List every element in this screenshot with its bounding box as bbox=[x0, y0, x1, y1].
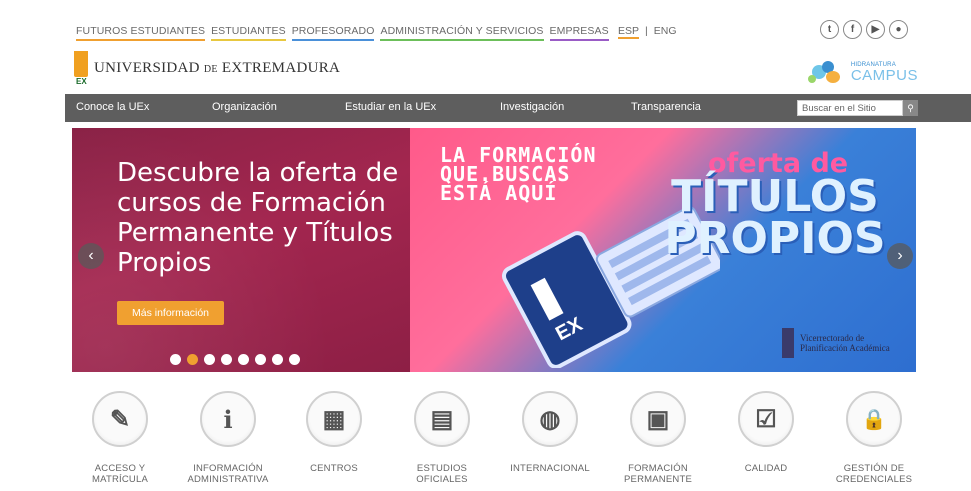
link-administracion[interactable]: ADMINISTRACIÓN Y SERVICIOS bbox=[380, 25, 544, 41]
quick-link-estudios[interactable]: ▤ ESTUDIOS OFICIALES bbox=[387, 391, 497, 485]
quick-link-internacional[interactable]: ◍ INTERNACIONAL bbox=[495, 391, 605, 474]
logo-mark: EX bbox=[74, 47, 88, 87]
info-icon: i bbox=[223, 404, 233, 434]
link-empresas[interactable]: EMPRESAS bbox=[549, 25, 609, 41]
quick-link-calidad[interactable]: ☑ CALIDAD bbox=[711, 391, 821, 474]
campus-logo-graphic bbox=[806, 57, 845, 87]
quick-link-label: FORMACIÓN PERMANENTE bbox=[624, 463, 692, 485]
slider-dot[interactable] bbox=[255, 354, 266, 365]
link-profesorado[interactable]: PROFESORADO bbox=[291, 25, 375, 41]
social-links: t f ▶ ● bbox=[820, 20, 908, 39]
slide-right-panel: LA FORMACIÓN QUE.BUSCAS ESTÁ AQUÍ EX ofe… bbox=[410, 128, 916, 372]
quick-link-label: ACCESO Y MATRÍCULA bbox=[92, 463, 148, 485]
more-info-button[interactable]: Más información bbox=[117, 301, 224, 325]
monitor-icon: ▣ bbox=[646, 405, 670, 433]
edit-icon: ✎ bbox=[109, 405, 131, 433]
slider-next-arrow[interactable]: › bbox=[887, 243, 913, 269]
nav-item-conoce[interactable]: Conoce la UEx bbox=[76, 101, 149, 113]
main-nav: Conoce la UEx Organización Estudiar en l… bbox=[65, 94, 971, 122]
nav-item-organizacion[interactable]: Organización bbox=[212, 101, 277, 113]
slider-dots bbox=[170, 354, 300, 365]
quick-link-credenciales[interactable]: 🔒 GESTIÓN DE CREDENCIALES bbox=[819, 391, 929, 485]
logo-mark-text: EX bbox=[76, 77, 87, 86]
quick-link-label: INFORMACIÓN ADMINISTRATIVA bbox=[187, 463, 269, 485]
quick-link-label: CALIDAD bbox=[744, 463, 788, 474]
quick-link-informacion[interactable]: i INFORMACIÓN ADMINISTRATIVA bbox=[173, 391, 283, 485]
slider-dot[interactable] bbox=[204, 354, 215, 365]
university-logo[interactable]: EX UNIVERSIDAD DE EXTREMADURA bbox=[74, 47, 340, 87]
slide-tagline: LA FORMACIÓN QUE.BUSCAS ESTÁ AQUÍ bbox=[440, 143, 597, 205]
campus-logo[interactable]: HIDRANATURA CAMPUS bbox=[806, 55, 918, 89]
search-icon[interactable]: ⚲ bbox=[903, 100, 918, 116]
slider-dot[interactable] bbox=[238, 354, 249, 365]
quick-link-label: ESTUDIOS OFICIALES bbox=[416, 463, 468, 485]
slider-dot[interactable] bbox=[221, 354, 232, 365]
slider-dot[interactable] bbox=[272, 354, 283, 365]
lang-separator: | bbox=[645, 25, 648, 37]
campus-line2: CAMPUS bbox=[850, 66, 918, 84]
globe-icon: ◍ bbox=[539, 405, 561, 433]
youtube-icon[interactable]: ▶ bbox=[866, 20, 885, 39]
quick-link-label: INTERNACIONAL bbox=[510, 463, 590, 474]
titulos-propios-text: TÍTULOS PROPIOS bbox=[664, 171, 886, 264]
link-futuros-estudiantes[interactable]: FUTUROS ESTUDIANTES bbox=[76, 25, 206, 41]
quick-link-label: GESTIÓN DE CREDENCIALES bbox=[835, 463, 913, 485]
slider-dot[interactable] bbox=[170, 354, 181, 365]
slider-prev-arrow[interactable]: ‹ bbox=[78, 243, 104, 269]
building-icon: ▦ bbox=[322, 405, 346, 433]
nav-item-estudiar[interactable]: Estudiar en la UEx bbox=[345, 101, 436, 113]
slide-left-panel: Descubre la oferta de cursos de Formació… bbox=[72, 128, 410, 372]
checkbox-icon: ☑ bbox=[755, 405, 777, 433]
audience-links: FUTUROS ESTUDIANTES ESTUDIANTES PROFESOR… bbox=[76, 25, 615, 41]
language-switcher: ESP | ENG bbox=[618, 25, 677, 39]
slider-dot-active[interactable] bbox=[187, 354, 198, 365]
nav-item-investigacion[interactable]: Investigación bbox=[500, 101, 564, 113]
link-estudiantes[interactable]: ESTUDIANTES bbox=[211, 25, 286, 41]
slide-headline: Descubre la oferta de cursos de Formació… bbox=[117, 158, 399, 278]
university-name: UNIVERSIDAD DE EXTREMADURA bbox=[94, 60, 341, 76]
quick-link-label: CENTROS bbox=[310, 463, 358, 474]
quick-links: ✎ ACCESO Y MATRÍCULA i INFORMACIÓN ADMINIS… bbox=[65, 391, 971, 491]
twitter-icon[interactable]: t bbox=[820, 20, 839, 39]
lang-eng[interactable]: ENG bbox=[654, 25, 677, 39]
nav-item-transparencia[interactable]: Transparencia bbox=[631, 101, 701, 113]
slider-dot[interactable] bbox=[289, 354, 300, 365]
lang-esp[interactable]: ESP bbox=[618, 25, 640, 39]
facebook-icon[interactable]: f bbox=[843, 20, 862, 39]
flickr-icon[interactable]: ● bbox=[889, 20, 908, 39]
lock-icon: 🔒 bbox=[861, 408, 887, 431]
quick-link-acceso[interactable]: ✎ ACCESO Y MATRÍCULA bbox=[65, 391, 175, 485]
book-icon: ▤ bbox=[430, 405, 454, 433]
top-bar: FUTUROS ESTUDIANTES ESTUDIANTES PROFESOR… bbox=[0, 12, 971, 46]
vicerrectorado-logo: Vicerrectorado de Planificación Académic… bbox=[782, 328, 890, 358]
quick-link-formacion[interactable]: ▣ FORMACIÓN PERMANENTE bbox=[603, 391, 713, 485]
search-input[interactable]: Buscar en el Sitio bbox=[797, 100, 903, 116]
quick-link-centros[interactable]: ▦ CENTROS bbox=[279, 391, 389, 474]
hero-slider: Descubre la oferta de cursos de Formació… bbox=[72, 128, 916, 372]
